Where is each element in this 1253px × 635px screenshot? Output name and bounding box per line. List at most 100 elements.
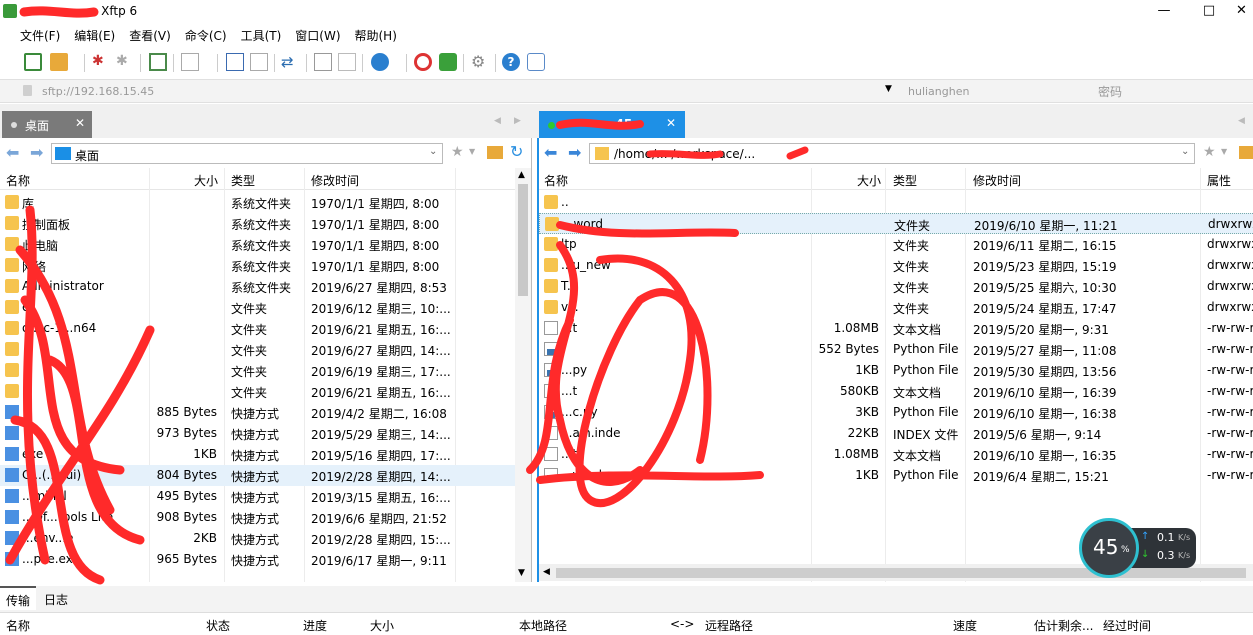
open-folder-icon[interactable] [50, 53, 68, 71]
parent-folder-icon[interactable] [1239, 146, 1253, 159]
col-size[interactable]: 大小 [370, 617, 394, 634]
xftp-icon[interactable] [439, 53, 457, 71]
maximize-button[interactable]: □ [1186, 0, 1232, 24]
upload-icon[interactable] [226, 53, 244, 71]
file-row[interactable]: ...u_new 文件夹 2019/5/23 星期四, 15:19 drwxrwx [539, 255, 1253, 276]
menu-edit[interactable]: 编辑(E) [67, 24, 122, 47]
file-row[interactable]: T... 文件夹 2019/5/25 星期六, 10:30 drwxrwx [539, 276, 1253, 297]
col-name[interactable]: 名称 [6, 617, 30, 634]
file-row[interactable]: ...word 文件夹 2019/6/10 星期一, 11:21 drwxrwx [539, 213, 1253, 234]
scroll-thumb[interactable] [518, 184, 528, 296]
col-type[interactable]: 类型 [893, 172, 917, 189]
file-row[interactable]: 此电脑 系统文件夹 1970/1/1 星期四, 8:00 [0, 234, 515, 255]
help-icon[interactable]: ? [502, 53, 520, 71]
file-row[interactable]: 网络 系统文件夹 1970/1/1 星期四, 8:00 [0, 255, 515, 276]
file-row[interactable]: e 文件夹 2019/6/12 星期三, 10:... [0, 297, 515, 318]
paste-icon[interactable] [338, 53, 356, 71]
col-speed[interactable]: 速度 [953, 617, 977, 634]
favorite-dropdown-icon[interactable]: ▼ [1221, 147, 1227, 156]
favorite-star-icon[interactable]: ★ [451, 144, 464, 160]
menu-tools[interactable]: 工具(T) [234, 24, 289, 47]
menu-window[interactable]: 窗口(W) [288, 24, 347, 47]
file-row[interactable]: v... 文件夹 2019/5/24 星期五, 17:47 drwxrwx [539, 297, 1253, 318]
file-row[interactable]: ltp 文件夹 2019/6/11 星期二, 16:15 drwxrwx [539, 234, 1253, 255]
forward-arrow-icon[interactable]: ➡ [30, 143, 43, 162]
file-row[interactable]: ...c.py 3KB Python File 2019/6/10 星期一, 16:3… [539, 402, 1253, 423]
col-eta[interactable]: 估计剩余... [1034, 617, 1093, 634]
scroll-up-icon[interactable]: ▲ [518, 170, 525, 180]
tab-transfer[interactable]: 传输 [0, 586, 36, 610]
tab-scroll-left-icon[interactable]: ◀ [494, 116, 501, 126]
local-scrollbar[interactable]: ▲ ▼ [515, 168, 531, 582]
col-name[interactable]: 名称 [544, 172, 568, 189]
file-row[interactable]: ...t 580KB 文本文档 2019/6/10 星期一, 16:39 -rw-rw-… [539, 381, 1253, 402]
col-status[interactable]: 状态 [206, 617, 230, 634]
file-row[interactable]: o..cc-1...n64 文件夹 2019/6/21 星期五, 16:... [0, 318, 515, 339]
minimize-button[interactable]: — [1141, 0, 1187, 24]
favorite-star-icon[interactable]: ★ [1203, 144, 1216, 160]
file-row[interactable]: ...t 1.08MB 文本文档 2019/6/10 星期一, 16:35 -rw-rw… [539, 444, 1253, 465]
new-window-icon[interactable] [149, 53, 167, 71]
file-row[interactable]: 973 Bytes 快捷方式 2019/5/29 星期三, 14:... [0, 423, 515, 444]
forward-arrow-icon[interactable]: ➡ [568, 143, 581, 162]
path-dropdown-icon[interactable]: ⌄ [1181, 146, 1189, 157]
tab-close-icon[interactable]: ✕ [666, 116, 676, 130]
copy-icon[interactable] [314, 53, 332, 71]
username-input[interactable]: hulianghen [908, 85, 969, 98]
file-row[interactable]: 文件夹 2019/6/21 星期五, 16:... [0, 381, 515, 402]
host-input[interactable]: sftp://192.168.15.45 [42, 85, 154, 98]
new-session-icon[interactable] [24, 53, 42, 71]
col-attr[interactable]: 属性 [1207, 172, 1231, 189]
tab-scroll-right-icon[interactable]: ▶ [514, 116, 521, 126]
sync-icon[interactable]: ⇄ [281, 53, 299, 71]
globe-icon[interactable] [371, 53, 389, 71]
close-button[interactable]: ✕ [1230, 0, 1253, 24]
terminal-icon[interactable] [181, 53, 199, 71]
file-row[interactable]: 885 Bytes 快捷方式 2019/4/2 星期二, 16:08 [0, 402, 515, 423]
file-row[interactable]: ...env...e 2KB 快捷方式 2019/2/28 星期四, 15:... [0, 528, 515, 549]
col-type[interactable]: 类型 [231, 172, 255, 189]
settings-gear-icon[interactable]: ⚙ [471, 53, 489, 71]
chat-icon[interactable] [527, 53, 545, 71]
menu-help[interactable]: 帮助(H) [348, 24, 404, 47]
path-dropdown-icon[interactable]: ⌄ [429, 146, 437, 157]
col-size[interactable]: 大小 [857, 172, 881, 189]
scroll-left-icon[interactable]: ◀ [543, 567, 550, 577]
file-row[interactable]: 库 系统文件夹 1970/1/1 星期四, 8:00 [0, 192, 515, 213]
menu-view[interactable]: 查看(V) [122, 24, 178, 47]
tab-scroll-left-icon[interactable]: ◀ [1238, 116, 1245, 126]
col-modified[interactable]: 修改时间 [973, 172, 1021, 189]
host-dropdown-icon[interactable]: ▼ [885, 84, 892, 94]
tab-log[interactable]: 日志 [44, 591, 68, 608]
menu-file[interactable]: 文件(F) [13, 24, 67, 47]
file-row[interactable]: 文件夹 2019/6/19 星期三, 17:... [0, 360, 515, 381]
menu-command[interactable]: 命令(C) [178, 24, 234, 47]
xshell-icon[interactable] [414, 53, 432, 71]
col-modified[interactable]: 修改时间 [311, 172, 359, 189]
back-arrow-icon[interactable]: ⬅ [6, 143, 19, 162]
password-input[interactable]: 密码 [1098, 83, 1122, 100]
file-row[interactable]: ...word.py 1KB Python File 2019/6/4 星期二, 15… [539, 465, 1253, 486]
file-row[interactable]: ...minal 495 Bytes 快捷方式 2019/3/15 星期五, 16:.… [0, 486, 515, 507]
tab-local-desktop[interactable]: 桌面 ✕ [2, 111, 92, 138]
local-path-field[interactable]: 桌面 ⌄ [51, 143, 443, 164]
file-row[interactable]: ...Of...Tools Lite 908 Bytes 快捷方式 2019/6/6 … [0, 507, 515, 528]
col-local-path[interactable]: 本地路径 [519, 617, 567, 634]
tab-close-icon[interactable]: ✕ [75, 116, 85, 130]
col-size[interactable]: 大小 [194, 172, 218, 189]
refresh-icon[interactable]: ↻ [510, 142, 523, 161]
col-direction[interactable]: <-> [670, 617, 694, 631]
file-row[interactable]: 控制面板 系统文件夹 1970/1/1 星期四, 8:00 [0, 213, 515, 234]
col-name[interactable]: 名称 [6, 172, 30, 189]
remote-path-field[interactable]: /home/... /workspace/... ⌄ [589, 143, 1195, 164]
download-icon[interactable] [250, 53, 268, 71]
file-row[interactable]: .. [539, 192, 1253, 213]
parent-folder-icon[interactable] [487, 146, 503, 159]
connect-icon[interactable]: ✱ [92, 53, 110, 71]
file-row[interactable]: C...(...gui) 804 Bytes 快捷方式 2019/2/28 星期四, … [0, 465, 515, 486]
file-row[interactable]: ...t 1.08MB 文本文档 2019/5/20 星期一, 9:31 -rw-rw-… [539, 318, 1253, 339]
file-row[interactable]: 文件夹 2019/6/27 星期四, 14:... [0, 339, 515, 360]
tab-remote-session[interactable]: .45 ✕ [539, 111, 685, 138]
col-remote-path[interactable]: 远程路径 [705, 617, 753, 634]
file-row[interactable]: 552 Bytes Python File 2019/5/27 星期一, 11:08… [539, 339, 1253, 360]
